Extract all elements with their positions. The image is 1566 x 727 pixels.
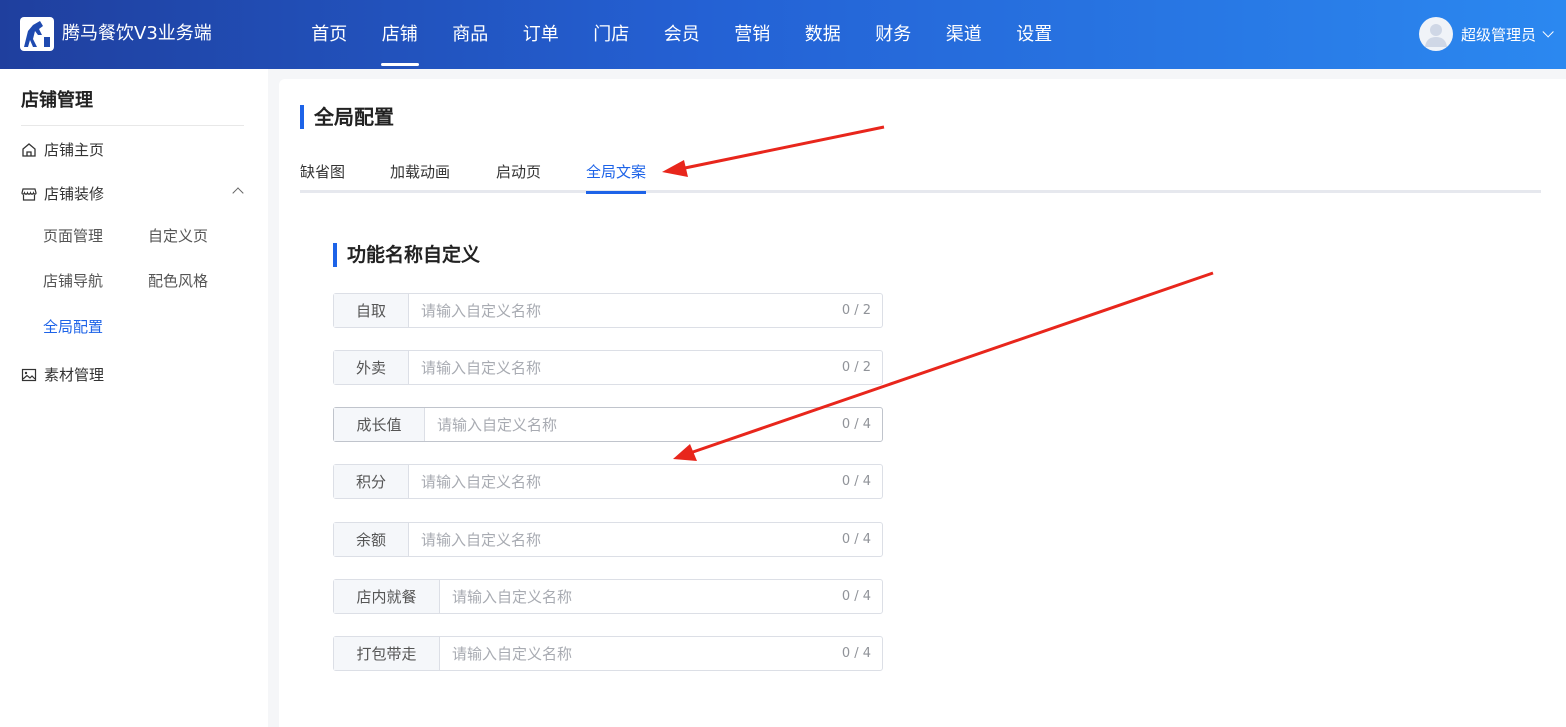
brand-name: 腾马餐饮V3业务端 [62,23,212,44]
tab-loading-animation[interactable]: 加载动画 [390,161,450,183]
field-label: 外卖 [334,351,409,384]
section-title: 功能名称自定义 [347,244,481,266]
nav-finance[interactable]: 财务 [858,0,929,69]
main-panel: 全局配置 缺省图 加载动画 启动页 全局文案 功能名称自定义 自取 0 / 2 … [279,79,1566,727]
sidebar-title: 店铺管理 [21,90,93,111]
char-counter: 0 / 4 [841,646,871,661]
nav-shop[interactable]: 店铺 [365,0,436,69]
sidebar-item-label: 店铺装修 [44,185,105,203]
sidebar-item-material[interactable]: 素材管理 [21,364,104,385]
field-dine-in: 店内就餐 0 / 4 [333,579,883,614]
dine-in-name-input[interactable] [440,580,842,613]
char-counter: 0 / 2 [841,303,871,318]
user-menu[interactable]: 超级管理员 [1418,16,1554,52]
sidebar-sub-custom-page[interactable]: 自定义页 [148,225,208,246]
field-label: 打包带走 [334,637,440,670]
tab-bar: 缺省图 加载动画 启动页 全局文案 [300,157,1541,194]
horse-logo-icon[interactable] [20,17,54,51]
sidebar-item-label: 店铺主页 [44,141,105,159]
sidebar-divider [21,125,244,126]
field-label: 余额 [334,523,409,556]
field-label: 店内就餐 [334,580,440,613]
main-nav: 首页 店铺 商品 订单 门店 会员 营销 数据 财务 渠道 设置 [294,0,1070,69]
user-name: 超级管理员 [1460,25,1536,44]
nav-stores[interactable]: 门店 [576,0,647,69]
field-takeaway: 打包带走 0 / 4 [333,636,883,671]
char-counter: 0 / 2 [841,360,871,375]
section-accent-bar [333,243,337,267]
sidebar-item-shop-home[interactable]: 店铺主页 [21,139,104,160]
field-label: 自取 [334,294,409,327]
tab-splash-page[interactable]: 启动页 [496,161,541,183]
field-pickup: 自取 0 / 2 [333,293,883,328]
nav-data[interactable]: 数据 [788,0,859,69]
char-counter: 0 / 4 [841,589,871,604]
chevron-down-icon [1542,26,1554,38]
page-title: 全局配置 [314,105,394,129]
nav-channels[interactable]: 渠道 [929,0,1000,69]
chevron-up-icon[interactable] [232,187,244,199]
takeaway-name-input[interactable] [440,637,842,670]
sidebar-item-label: 素材管理 [44,366,105,384]
store-icon [21,187,37,201]
field-balance: 余额 0 / 4 [333,522,883,557]
growth-value-name-input[interactable] [425,408,842,441]
nav-goods[interactable]: 商品 [435,0,506,69]
balance-name-input[interactable] [409,523,842,556]
avatar [1418,17,1453,51]
points-name-input[interactable] [409,465,842,498]
nav-orders[interactable]: 订单 [506,0,577,69]
user-avatar-icon [1424,24,1447,47]
field-delivery: 外卖 0 / 2 [333,350,883,385]
sidebar-item-shop-decoration[interactable]: 店铺装修 [21,183,104,204]
tab-global-copy[interactable]: 全局文案 [586,161,647,194]
field-label: 积分 [334,465,409,498]
char-counter: 0 / 4 [841,474,871,489]
home-icon [22,142,36,157]
nav-home[interactable]: 首页 [294,0,365,69]
field-growth-value: 成长值 0 / 4 [333,407,883,442]
nav-marketing[interactable]: 营销 [717,0,788,69]
image-icon [21,368,37,381]
pickup-name-input[interactable] [409,294,842,327]
char-counter: 0 / 4 [841,532,871,547]
tab-default-image[interactable]: 缺省图 [300,161,345,183]
delivery-name-input[interactable] [409,351,842,384]
sidebar-sub-color-style[interactable]: 配色风格 [148,270,208,291]
field-points: 积分 0 / 4 [333,464,883,499]
nav-members[interactable]: 会员 [647,0,718,69]
sidebar: 店铺管理 店铺主页 店铺装修 页面管理 自定义页 店铺导航 配色风格 全局配置 … [0,69,268,727]
char-counter: 0 / 4 [841,417,871,432]
sidebar-sub-page-manage[interactable]: 页面管理 [43,225,103,246]
field-label: 成长值 [334,408,425,441]
top-header: 腾马餐饮V3业务端 首页 店铺 商品 订单 门店 会员 营销 数据 财务 渠道 … [0,0,1566,69]
sidebar-sub-shop-nav[interactable]: 店铺导航 [43,270,103,291]
sidebar-sub-global-config[interactable]: 全局配置 [43,316,103,337]
nav-settings[interactable]: 设置 [999,0,1070,69]
title-accent-bar [300,105,304,129]
